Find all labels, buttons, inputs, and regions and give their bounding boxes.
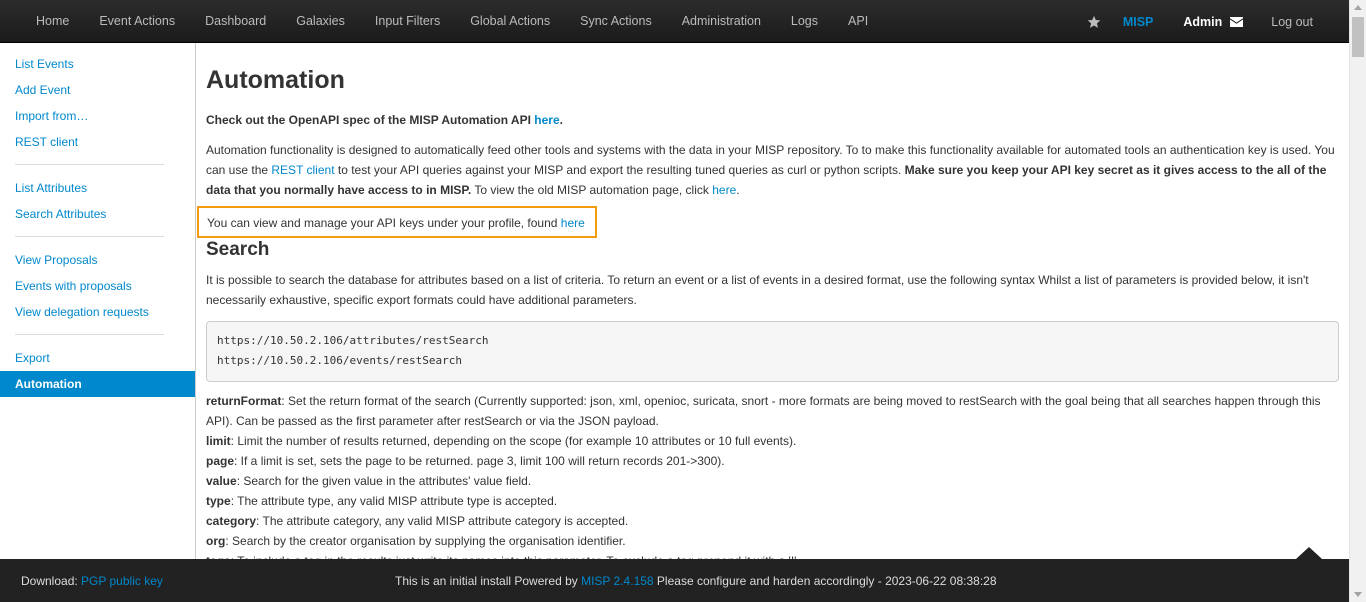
intro-text: Automation functionality is designed to … <box>206 143 1335 197</box>
param-item: page: If a limit is set, sets the page t… <box>206 454 725 468</box>
footer: Download: PGP public key This is an init… <box>0 547 1349 602</box>
user-name: Admin <box>1183 14 1223 29</box>
scroll-down-icon[interactable] <box>1354 592 1362 597</box>
openapi-note: Check out the OpenAPI spec of the MISP A… <box>206 113 563 127</box>
sidebar-item-list-attributes[interactable]: List Attributes <box>0 175 195 201</box>
page-title: Automation <box>206 66 345 94</box>
scroll-to-top-caret[interactable] <box>1296 547 1322 559</box>
openapi-link[interactable]: here <box>534 113 559 127</box>
parameter-list: returnFormat: Set the return format of t… <box>206 391 1340 571</box>
param-item: limit: Limit the number of results retur… <box>206 434 797 448</box>
sidebar-item-add-event[interactable]: Add Event <box>0 77 195 103</box>
nav-dashboard[interactable]: Dashboard <box>190 0 281 43</box>
nav-administration[interactable]: Administration <box>667 0 776 43</box>
code-line: https://10.50.2.106/attributes/restSearc… <box>217 334 489 347</box>
main-menu: Home Event Actions Dashboard Galaxies In… <box>21 0 883 43</box>
param-item: value: Search for the given value in the… <box>206 474 532 488</box>
user-menu: MISP Admin Log out <box>1087 0 1349 43</box>
nav-event-actions[interactable]: Event Actions <box>84 0 190 43</box>
misp-version-link[interactable]: MISP 2.4.158 <box>581 574 654 588</box>
nav-global-actions[interactable]: Global Actions <box>455 0 565 43</box>
nav-galaxies[interactable]: Galaxies <box>281 0 360 43</box>
scroll-thumb[interactable] <box>1352 17 1364 57</box>
nav-logs[interactable]: Logs <box>776 0 833 43</box>
footer-powered-by: This is an initial install Powered by MI… <box>395 574 997 588</box>
param-item: type: The attribute type, any valid MISP… <box>206 494 558 508</box>
param-item: org: Search by the creator organisation … <box>206 534 626 548</box>
logout-link[interactable]: Log out <box>1271 15 1313 29</box>
top-navbar: Home Event Actions Dashboard Galaxies In… <box>0 0 1349 43</box>
api-keys-callout: You can view and manage your API keys un… <box>197 206 597 238</box>
code-block: https://10.50.2.106/attributes/restSearc… <box>206 321 1339 382</box>
param-item: returnFormat: Set the return format of t… <box>206 394 1321 428</box>
sidebar-item-list-events[interactable]: List Events <box>0 51 195 77</box>
sidebar-item-import-from[interactable]: Import from… <box>0 103 195 129</box>
nav-sync-actions[interactable]: Sync Actions <box>565 0 667 43</box>
user-link[interactable]: Admin <box>1183 14 1244 29</box>
param-item: category: The attribute category, any va… <box>206 514 629 528</box>
api-keys-link[interactable]: here <box>561 216 585 230</box>
nav-home[interactable]: Home <box>21 0 84 43</box>
brand-link[interactable]: MISP <box>1123 15 1154 29</box>
search-description: It is possible to search the database fo… <box>206 273 1309 307</box>
rest-client-link[interactable]: REST client <box>271 163 334 177</box>
old-automation-link[interactable]: here <box>712 183 736 197</box>
envelope-icon[interactable] <box>1230 16 1244 27</box>
sidebar-item-view-delegation-requests[interactable]: View delegation requests <box>0 299 195 325</box>
sidebar-item-automation[interactable]: Automation <box>0 371 195 397</box>
page-scrollbar[interactable] <box>1349 0 1366 602</box>
sidebar-divider <box>15 334 164 335</box>
sidebar-item-export[interactable]: Export <box>0 345 195 371</box>
pgp-key-link[interactable]: PGP public key <box>81 574 163 588</box>
nav-input-filters[interactable]: Input Filters <box>360 0 455 43</box>
sidebar-item-view-proposals[interactable]: View Proposals <box>0 247 195 273</box>
star-icon[interactable] <box>1087 15 1101 29</box>
sidebar-divider <box>15 164 164 165</box>
sidebar: List Events Add Event Import from… REST … <box>0 43 196 559</box>
nav-api[interactable]: API <box>833 0 883 43</box>
search-heading: Search <box>206 239 270 260</box>
sidebar-item-events-with-proposals[interactable]: Events with proposals <box>0 273 195 299</box>
sidebar-item-rest-client[interactable]: REST client <box>0 129 195 155</box>
sidebar-divider <box>15 236 164 237</box>
footer-download: Download: PGP public key <box>21 574 163 588</box>
sidebar-item-search-attributes[interactable]: Search Attributes <box>0 201 195 227</box>
code-line: https://10.50.2.106/events/restSearch <box>217 354 463 367</box>
scroll-up-icon[interactable] <box>1354 5 1362 10</box>
